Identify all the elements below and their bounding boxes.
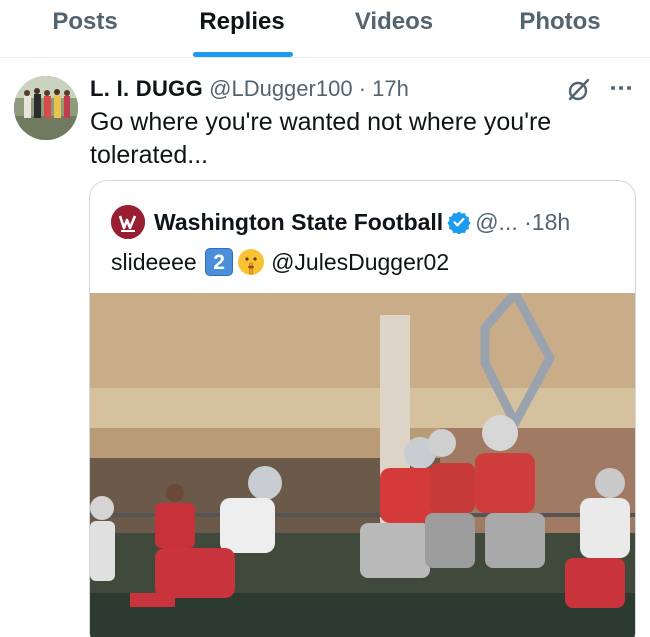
post-time[interactable]: 17h (372, 76, 409, 101)
tab-videos[interactable]: Videos (336, 6, 452, 42)
avatar[interactable] (14, 76, 78, 140)
verified-badge-icon (447, 211, 471, 234)
wsu-logo-avatar[interactable] (111, 205, 145, 239)
quote-text: slideeee 2 @JulesDugger02 (111, 245, 449, 280)
mention-link[interactable]: @JulesDugger02 (271, 249, 449, 275)
quote-header: Washington State Football @... ·18h (154, 205, 570, 239)
football-practice-photo[interactable] (90, 293, 635, 637)
keycap-two-emoji: 2 (205, 247, 234, 276)
author-name[interactable]: L. I. DUGG (90, 76, 203, 101)
tab-photos[interactable]: Photos (500, 6, 620, 42)
tab-replies[interactable]: Replies (182, 6, 302, 42)
separator-dot: · (524, 209, 532, 235)
grok-icon[interactable] (566, 77, 592, 103)
quote-text-body: slideeee (111, 249, 197, 275)
tab-posts[interactable]: Posts (30, 6, 140, 42)
separator-dot: · (358, 76, 367, 101)
quoted-post[interactable]: Washington State Football @... ·18h slide… (89, 180, 636, 637)
shushing-face-icon (238, 248, 265, 275)
author-handle[interactable]: @LDugger100 (209, 76, 352, 101)
more-icon[interactable] (608, 78, 634, 98)
quote-author-handle[interactable]: @... (475, 209, 518, 235)
post-header: L. I. DUGG @LDugger100 · 17h (90, 76, 409, 102)
active-tab-indicator (193, 52, 293, 57)
profile-tabs: Posts Replies Videos Photos (0, 0, 650, 58)
post-text: Go where you're wanted not where you're … (90, 108, 552, 169)
quote-author-name[interactable]: Washington State Football (154, 209, 443, 235)
quote-time[interactable]: 18h (532, 209, 570, 235)
